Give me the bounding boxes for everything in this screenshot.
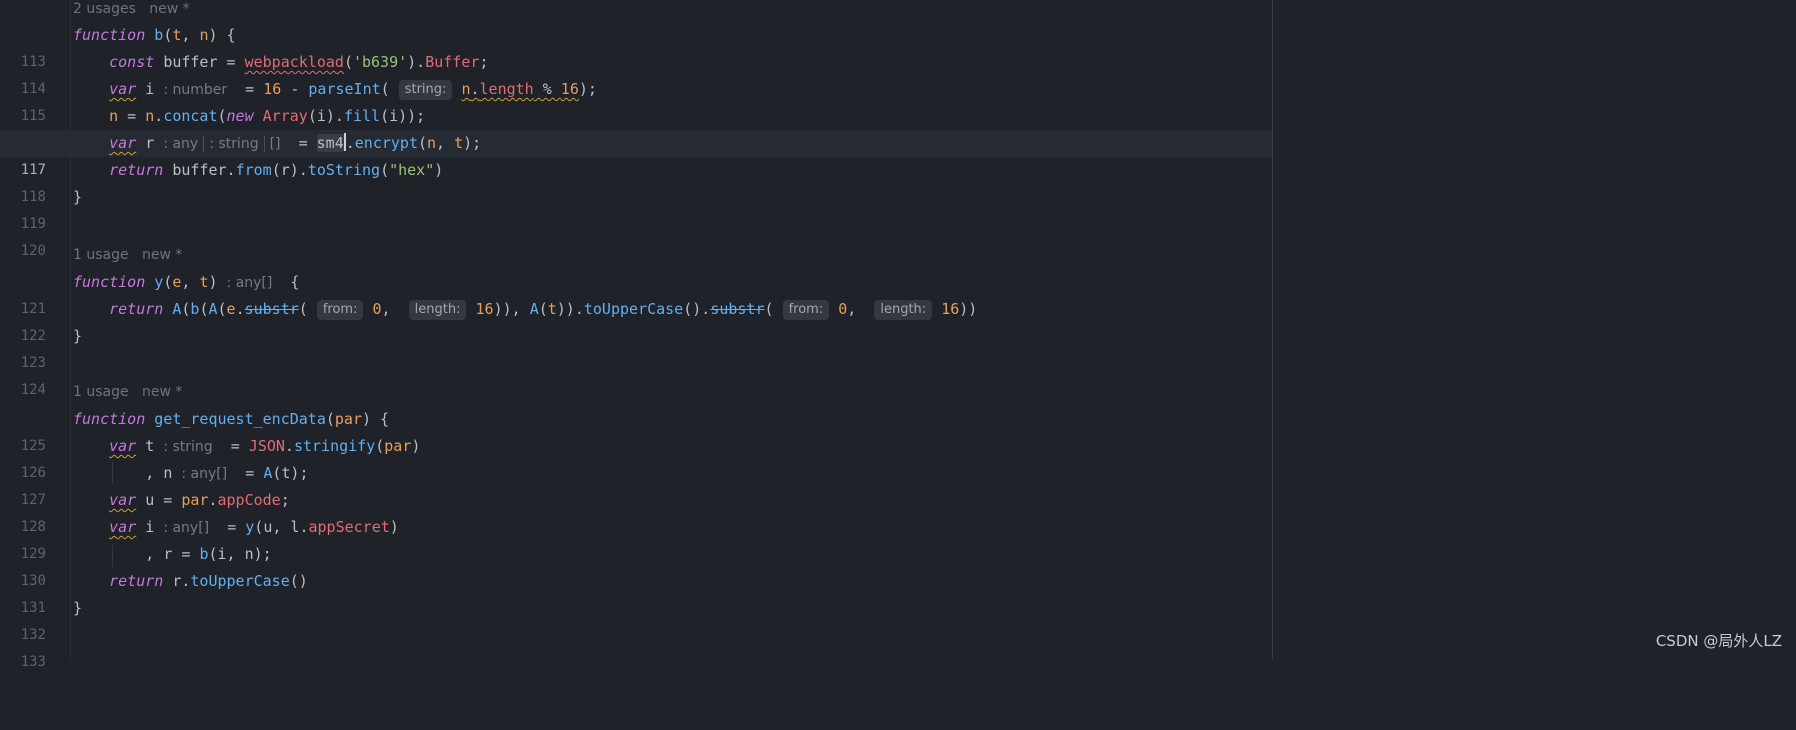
param-hint: length:: [408, 300, 467, 320]
hint-separator: [263, 135, 265, 152]
line-code[interactable]: , r = b(i, n);: [73, 541, 271, 568]
text-caret: [343, 133, 346, 151]
type-hint: []: [269, 136, 281, 152]
code-line[interactable]: 124: [0, 350, 1272, 398]
line-code[interactable]: function get_request_encData(par) {: [73, 406, 389, 433]
code-line[interactable]: 132 }: [0, 595, 1272, 643]
code-line[interactable]: 115 var i : number = 16 - parseInt( stri…: [0, 76, 1272, 124]
param-hint: string:: [398, 80, 453, 100]
code-line[interactable]: 125 function get_request_encData(par) {: [0, 406, 1272, 454]
line-code[interactable]: }: [73, 323, 82, 350]
right-margin-guide: [1272, 0, 1273, 659]
line-code[interactable]: function b(t, n) {: [73, 22, 236, 49]
code-line[interactable]: 133: [0, 622, 1272, 670]
usage-hint[interactable]: 1 usage new *: [73, 382, 182, 402]
code-line[interactable]: 128 var u = par.appCode;: [0, 487, 1272, 535]
hint-separator: [203, 135, 205, 152]
line-code[interactable]: return r.toUpperCase(): [73, 568, 308, 595]
line-code[interactable]: var t : string = JSON.stringify(par): [73, 433, 420, 461]
type-hint: : string: [209, 136, 259, 152]
type-hint: : string: [163, 439, 213, 455]
line-number: 133: [20, 654, 46, 670]
line-code[interactable]: var i : any[] = y(u, l.appSecret): [73, 514, 399, 542]
line-code[interactable]: var u = par.appCode;: [73, 487, 290, 514]
param-hint: length:: [874, 300, 933, 320]
code-line[interactable]: 126 var t : string = JSON.stringify(par): [0, 433, 1272, 481]
line-code[interactable]: , n : any[] = A(t);: [73, 460, 308, 488]
code-line[interactable]: 118 return buffer.from(r).toString("hex"…: [0, 157, 1272, 205]
line-code[interactable]: function y(e, t) : any[] {: [73, 269, 299, 297]
selected-word[interactable]: sm4: [316, 134, 344, 152]
usage-hint[interactable]: 1 usage new *: [73, 245, 182, 265]
code-line[interactable]: 127 , n : any[] = A(t);: [0, 460, 1272, 508]
line-code[interactable]: return A(b(A(e.substr( from: 0, length: …: [73, 296, 977, 323]
code-line[interactable]: 130 , r = b(i, n);: [0, 541, 1272, 589]
param-hint: from:: [782, 300, 830, 320]
param-hint: from:: [316, 300, 364, 320]
line-code[interactable]: n = n.concat(new Array(i).fill(i));: [73, 103, 425, 130]
code-line[interactable]: 131 return r.toUpperCase(): [0, 568, 1272, 616]
line-code[interactable]: return buffer.from(r).toString("hex"): [73, 157, 443, 184]
line-code[interactable]: }: [73, 595, 82, 622]
code-line-current[interactable]: 117 var r : any: string[] = sm4 .encrypt(…: [0, 130, 1272, 178]
code-line[interactable]: 116 n = n.concat(new Array(i).fill(i));: [0, 103, 1272, 151]
code-line[interactable]: 114 const buffer = webpackload('b639').B…: [0, 49, 1272, 97]
type-hint: : any[]: [163, 520, 210, 536]
line-code[interactable]: var r : any: string[] = sm4 .encrypt(n, t…: [73, 130, 481, 158]
line-code[interactable]: var i : number = 16 - parseInt( string: …: [73, 76, 597, 104]
code-line[interactable]: 113 function b(t, n) {: [0, 22, 1272, 70]
watermark: CSDN @局外人LZ: [1655, 632, 1782, 650]
code-line[interactable]: 123 }: [0, 323, 1272, 371]
line-number: 124: [20, 382, 46, 398]
type-hint: : any[]: [226, 275, 273, 291]
line-code[interactable]: const buffer = webpackload('b639').Buffe…: [73, 49, 488, 76]
code-line[interactable]: 120: [0, 211, 1272, 259]
code-line[interactable]: 122 return A(b(A(e.substr( from: 0, leng…: [0, 296, 1272, 344]
line-code[interactable]: }: [73, 184, 82, 211]
type-hint: : any: [163, 136, 199, 152]
code-line[interactable]: 129 var i : any[] = y(u, l.appSecret): [0, 514, 1272, 562]
type-hint: : any[]: [181, 466, 228, 482]
code-line[interactable]: 121 function y(e, t) : any[] {: [0, 269, 1272, 317]
line-number: 120: [20, 243, 46, 259]
type-hint: : number: [163, 82, 228, 98]
usage-hint[interactable]: 2 usages new *: [73, 0, 190, 19]
code-editor[interactable]: 2 usages new * 113 function b(t, n) { 11…: [0, 0, 1796, 670]
code-line[interactable]: 119 }: [0, 184, 1272, 232]
